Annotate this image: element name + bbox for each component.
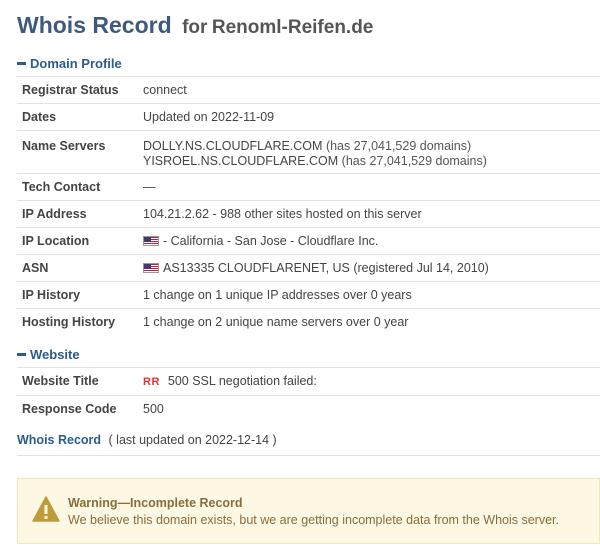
page-title-domain: Renoml-Reifen.de	[211, 17, 374, 38]
warning-text: We believe this domain exists, but we ar…	[68, 513, 559, 527]
table-row: ASN AS13335 CLOUDFLARENET, US (registere…	[17, 254, 600, 282]
name-server-2: YISROEL.NS.CLOUDFLARE.COM (has 27,041,52…	[143, 154, 600, 169]
name-server-note: (has 27,041,529 domains)	[325, 139, 472, 153]
website-toggle[interactable]: Website	[17, 347, 80, 362]
divider	[17, 455, 600, 456]
name-server-link[interactable]: DOLLY.NS.CLOUDFLARE.COM	[143, 139, 322, 153]
warning-icon	[32, 496, 60, 522]
row-label: ASN	[17, 254, 143, 282]
row-value: Updated on 2022-11-09	[143, 103, 600, 131]
table-row: IP History 1 change on 1 unique IP addre…	[17, 281, 600, 309]
row-label: Tech Contact	[17, 173, 143, 201]
row-label: Website Title	[17, 367, 143, 396]
ip-location-value: - California - San Jose - Cloudflare Inc…	[143, 227, 600, 255]
row-value: AS13335 CLOUDFLARENET, US (registered Ju…	[163, 261, 489, 275]
row-label: Hosting History	[17, 308, 143, 335]
collapse-icon	[17, 62, 26, 65]
row-value: 500	[143, 395, 600, 422]
asn-value: AS13335 CLOUDFLARENET, US (registered Ju…	[143, 254, 600, 282]
name-server-link[interactable]: YISROEL.NS.CLOUDFLARE.COM	[143, 154, 338, 168]
row-value: - California - San Jose - Cloudflare Inc…	[163, 234, 379, 248]
table-row: IP Location - California - San Jose - Cl…	[17, 227, 600, 255]
table-row: Tech Contact —	[17, 173, 600, 201]
website-heading: Website	[30, 347, 80, 362]
whois-record-line: Whois Record ( last updated on 2022-12-1…	[17, 433, 277, 447]
table-row: Response Code 500	[17, 395, 600, 422]
name-server-1: DOLLY.NS.CLOUDFLARE.COM (has 27,041,529 …	[143, 139, 600, 154]
us-flag-icon	[143, 263, 159, 273]
table-row: IP Address 104.21.2.62 - 988 other sites…	[17, 200, 600, 228]
warning-alert: Warning—Incomplete Record We believe thi…	[17, 478, 600, 544]
table-row: Registrar Status connect	[17, 76, 600, 104]
row-label: IP Address	[17, 200, 143, 228]
row-label: IP History	[17, 281, 143, 309]
table-row: Name Servers DOLLY.NS.CLOUDFLARE.COM (ha…	[17, 130, 600, 174]
warning-title: Warning—Incomplete Record	[68, 496, 243, 510]
website-title-value: RR 500 SSL negotiation failed:	[143, 367, 600, 396]
last-updated-note: ( last updated on 2022-12-14 )	[108, 433, 277, 447]
collapse-icon	[17, 353, 26, 356]
page-title-for: for	[182, 17, 208, 38]
row-label: Dates	[17, 103, 143, 131]
table-row: Dates Updated on 2022-11-09	[17, 103, 600, 131]
row-value[interactable]: 1 change on 1 unique IP addresses over 0…	[143, 281, 600, 309]
row-label: Registrar Status	[17, 76, 143, 104]
table-row: Hosting History 1 change on 2 unique nam…	[17, 308, 600, 335]
row-value: 500 SSL negotiation failed:	[167, 374, 317, 388]
row-value[interactable]: 104.21.2.62 - 988 other sites hosted on …	[143, 200, 600, 228]
website-table: Website Title RR 500 SSL negotiation fail…	[17, 367, 600, 422]
domain-profile-toggle[interactable]: Domain Profile	[17, 56, 122, 71]
row-value: —	[143, 173, 600, 201]
whois-record-link[interactable]: Whois Record	[17, 433, 101, 447]
row-value: connect	[143, 76, 600, 104]
row-label: Name Servers	[17, 130, 143, 174]
row-value[interactable]: 1 change on 2 unique name servers over 0…	[143, 308, 600, 335]
domain-profile-heading: Domain Profile	[30, 56, 122, 71]
name-server-note: (has 27,041,529 domains)	[341, 154, 487, 168]
row-label: Response Code	[17, 395, 143, 422]
page-title: Whois Record for Renoml-Reifen.de	[17, 12, 373, 39]
page-title-main: Whois Record	[17, 12, 172, 38]
domain-profile-table: Registrar Status connect Dates Updated o…	[17, 76, 600, 335]
table-row: Website Title RR 500 SSL negotiation fail…	[17, 367, 600, 396]
name-servers-value: DOLLY.NS.CLOUDFLARE.COM (has 27,041,529 …	[143, 130, 600, 174]
rr-badge: RR	[143, 376, 160, 388]
us-flag-icon	[143, 236, 159, 246]
row-label: IP Location	[17, 227, 143, 255]
